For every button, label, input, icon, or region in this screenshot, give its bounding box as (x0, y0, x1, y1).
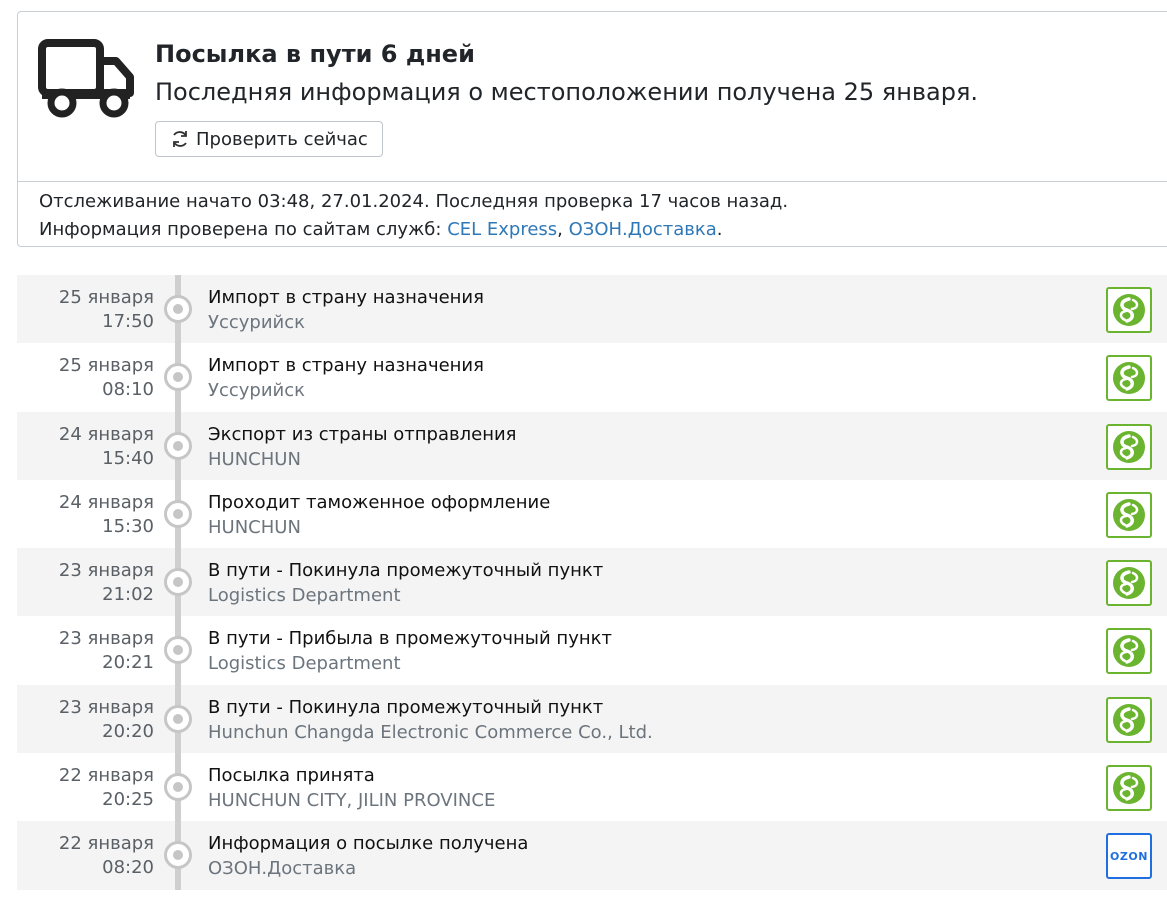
event-place: Уссурийск (208, 380, 306, 402)
event-place: HUNCHUN (208, 516, 301, 538)
event-date: 22 января (58, 765, 154, 787)
event-datetime: 23 января 21:02 (17, 559, 154, 607)
checked-services: Информация проверена по сайтам служб: CE… (39, 216, 1167, 244)
event-title: В пути - Прибыла в промежуточный пункт (208, 628, 612, 650)
event-date: 22 января (58, 833, 154, 855)
cel-express-icon (1113, 772, 1145, 805)
event-title: Посылка принята (208, 765, 375, 787)
tracking-timeline: 25 января 17:50 Импорт в страну назначени… (17, 275, 1167, 890)
cel-express-logo[interactable] (1106, 355, 1152, 402)
cel-express-logo[interactable] (1106, 423, 1152, 470)
timeline-dot-icon (164, 704, 192, 733)
event-datetime: 25 января 17:50 (17, 286, 154, 334)
service-link-ozon[interactable]: ОЗОН.Доставка (569, 219, 717, 240)
event-title: В пути - Покинула промежуточный пункт (208, 696, 604, 718)
cel-express-icon (1113, 294, 1145, 326)
event-place: Logistics Department (208, 585, 401, 607)
event-title: Импорт в страну назначения (208, 287, 484, 308)
event-date: 24 января (58, 423, 154, 445)
cel-express-logo[interactable] (1106, 696, 1152, 743)
timeline-dot-icon (164, 773, 192, 802)
event-time: 08:20 (102, 857, 154, 879)
event-place: Hunchun Changda Electronic Commerce Co.,… (208, 721, 653, 743)
event-time: 20:20 (102, 720, 154, 742)
timeline-dot-icon (164, 636, 192, 665)
timeline-dot-icon (164, 499, 192, 528)
event-place: HUNCHUN (208, 448, 301, 470)
event-date: 24 января (58, 491, 154, 513)
services-suffix: . (716, 219, 723, 240)
cel-express-icon (1113, 567, 1145, 600)
event-title: Импорт в страну назначения (208, 355, 484, 377)
event-datetime: 22 января 08:20 (17, 832, 154, 880)
event-time: 21:02 (102, 584, 154, 606)
event-time: 17:50 (102, 311, 154, 332)
event-title: Информация о посылке получена (208, 833, 529, 855)
cel-express-icon (1113, 703, 1145, 736)
event-date: 23 января (58, 560, 154, 582)
event-time: 20:21 (102, 652, 154, 674)
timeline-event: 23 января 21:02 В пути - Покинула промежу… (17, 548, 1167, 617)
ozon-logo[interactable]: OZON (1106, 833, 1152, 880)
event-time: 20:25 (102, 789, 154, 811)
status-footer: Отслеживание начато 03:48, 27.01.2024. П… (18, 181, 1167, 248)
event-date: 25 января (58, 287, 154, 308)
cel-express-logo[interactable] (1106, 765, 1152, 812)
refresh-icon (173, 131, 187, 147)
service-link-cel-express[interactable]: CEL Express (447, 219, 557, 240)
event-place: ОЗОН.Доставка (208, 858, 357, 880)
timeline-dot-icon (164, 363, 192, 392)
timeline-event: 25 января 17:50 Импорт в страну назначени… (17, 275, 1167, 344)
event-datetime: 22 января 20:25 (17, 764, 154, 812)
event-title: Экспорт из страны отправления (208, 423, 517, 445)
event-title: В пути - Покинула промежуточный пункт (208, 560, 604, 582)
timeline-dot-icon (164, 841, 192, 870)
event-datetime: 24 января 15:40 (17, 423, 154, 471)
event-date: 23 января (58, 696, 154, 718)
event-datetime: 23 января 20:20 (17, 696, 154, 744)
check-now-button[interactable]: Проверить сейчас (155, 121, 383, 157)
timeline-event: 23 января 20:21 В пути - Прибыла в промеж… (17, 616, 1167, 685)
event-datetime: 23 января 20:21 (17, 627, 154, 675)
services-separator: , (557, 219, 569, 240)
event-time: 15:40 (102, 447, 154, 469)
cel-express-logo[interactable] (1106, 628, 1152, 675)
event-time: 15:30 (102, 515, 154, 537)
ozon-logo-text: OZON (1110, 849, 1148, 863)
timeline-event: 24 января 15:40 Экспорт из страны отправл… (17, 411, 1167, 480)
timeline-event: 22 января 08:20 Информация о посылке полу… (17, 821, 1167, 890)
event-title: Проходит таможенное оформление (208, 491, 551, 513)
timeline-event: 22 января 20:25 Посылка принята HUNCHUN C… (17, 753, 1167, 822)
cel-express-icon (1113, 498, 1145, 531)
status-title: Посылка в пути 6 дней (155, 40, 475, 68)
event-time: 08:10 (102, 379, 154, 401)
timeline-event: 23 января 20:20 В пути - Покинула промежу… (17, 684, 1167, 754)
cel-express-logo[interactable] (1106, 491, 1152, 538)
event-datetime: 25 января 08:10 (17, 354, 154, 402)
check-now-label: Проверить сейчас (196, 128, 368, 150)
tracking-info: Отслеживание начато 03:48, 27.01.2024. П… (39, 191, 789, 212)
timeline-dot-icon (164, 431, 192, 460)
checked-prefix: Информация проверена по сайтам служб: (39, 219, 448, 240)
status-header: Посылка в пути 6 дней Последняя информац… (18, 12, 1167, 181)
event-date: 23 января (58, 628, 154, 650)
timeline-dot-icon (164, 295, 192, 323)
cel-express-icon (1113, 430, 1145, 463)
event-place: Logistics Department (208, 653, 401, 675)
cel-express-icon (1113, 635, 1145, 668)
timeline-event: 25 января 08:10 Импорт в страну назначени… (17, 343, 1167, 412)
cel-express-logo[interactable] (1106, 560, 1152, 607)
cel-express-icon (1113, 362, 1145, 395)
event-date: 25 января (58, 355, 154, 377)
cel-express-logo[interactable] (1106, 287, 1152, 333)
status-card: Посылка в пути 6 дней Последняя информац… (17, 11, 1167, 247)
event-place: HUNCHUN CITY, JILIN PROVINCE (208, 790, 496, 812)
status-subtitle: Последняя информация о местоположении по… (155, 78, 979, 106)
truck-icon (38, 39, 134, 118)
timeline-dot-icon (164, 568, 192, 597)
event-place: Уссурийск (208, 312, 306, 333)
event-datetime: 24 января 15:30 (17, 491, 154, 539)
timeline-event: 24 января 15:30 Проходит таможенное оформ… (17, 479, 1167, 549)
